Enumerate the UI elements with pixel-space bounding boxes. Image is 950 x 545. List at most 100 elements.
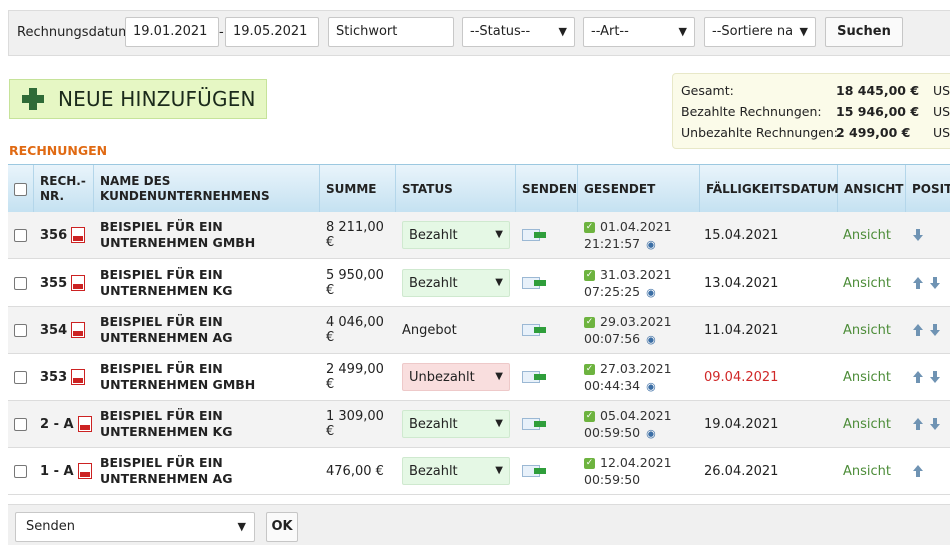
chevron-down-icon: ▼ [495, 465, 503, 476]
eye-icon: ◉ [646, 237, 656, 251]
select-all-checkbox[interactable] [14, 182, 27, 196]
send-mail-icon[interactable] [522, 417, 546, 431]
company-cell: BEISPIEL FÜR EIN UNTERNEHMEN GMBH [94, 354, 320, 400]
view-link[interactable]: Ansicht [843, 228, 891, 243]
pdf-icon[interactable] [71, 227, 86, 243]
type-filter-select[interactable]: --Art-- ▼ [583, 17, 695, 47]
company-name: BEISPIEL FÜR EIN UNTERNEHMEN GMBH [100, 219, 256, 250]
row-checkbox[interactable] [14, 370, 27, 384]
sent-cell: ✓ 31.03.2021 07:25:25 ◉ [578, 260, 700, 306]
view-link[interactable]: Ansicht [843, 370, 891, 385]
status-filter-select[interactable]: --Status-- ▼ [462, 17, 575, 47]
paid-label: Bezahlte Rechnungen: [681, 104, 822, 119]
sent-date: 27.03.2021 [600, 360, 672, 376]
send-cell [516, 212, 578, 258]
row-select-cell [8, 212, 34, 258]
invoice-sum: 4 046,00 € [326, 315, 384, 345]
sort-select[interactable]: --Sortiere na ▼ [704, 17, 816, 47]
total-value: 18 445,00 € [836, 83, 920, 98]
status-select[interactable]: Bezahlt ▼ [402, 410, 510, 438]
move-down-icon[interactable] [912, 229, 924, 241]
status-value: Bezahlt [409, 227, 458, 243]
totals-summary: Gesamt: 18 445,00 € US Bezahlte Rechnung… [672, 73, 950, 149]
view-cell: Ansicht [838, 401, 906, 447]
filter-bar: Rechnungsdatum: 19.01.2021 - 19.05.2021 … [8, 10, 950, 56]
company-cell: BEISPIEL FÜR EIN UNTERNEHMEN KG [94, 260, 320, 306]
header-company[interactable]: NAME DES KUNDENUNTERNEHMENS [94, 165, 320, 213]
date-from-input[interactable]: 19.01.2021 [125, 17, 219, 47]
send-mail-icon[interactable] [522, 464, 546, 478]
send-mail-icon[interactable] [522, 370, 546, 384]
invoice-sum: 476,00 € [326, 463, 384, 479]
due-cell: 11.04.2021 [700, 307, 838, 353]
position-arrows [912, 277, 941, 289]
sent-time: 07:25:25 [584, 283, 641, 299]
row-checkbox[interactable] [14, 323, 27, 337]
status-select[interactable]: Unbezahlt ▼ [402, 363, 510, 391]
chevron-down-icon: ▼ [799, 25, 808, 38]
header-status[interactable]: STATUS [396, 165, 516, 213]
ok-button[interactable]: OK [266, 512, 298, 542]
move-down-icon[interactable] [929, 418, 941, 430]
invoice-number: 356 [40, 227, 68, 243]
unpaid-value: 2 499,00 € [836, 125, 911, 140]
pdf-icon[interactable] [71, 369, 86, 385]
move-down-icon[interactable] [929, 324, 941, 336]
keyword-input[interactable]: Stichwort [328, 17, 454, 47]
header-sent[interactable]: GESENDET [578, 165, 700, 213]
move-up-icon[interactable] [912, 465, 924, 477]
row-checkbox[interactable] [14, 228, 27, 242]
sum-cell: 2 499,00 € [320, 354, 396, 400]
view-link[interactable]: Ansicht [843, 323, 891, 338]
sent-check-icon: ✓ [584, 316, 595, 328]
move-up-icon[interactable] [912, 418, 924, 430]
company-cell: BEISPIEL FÜR EIN UNTERNEHMEN AG [94, 448, 320, 494]
send-mail-icon[interactable] [522, 276, 546, 290]
row-checkbox[interactable] [14, 417, 27, 431]
row-checkbox[interactable] [14, 276, 27, 290]
move-up-icon[interactable] [912, 371, 924, 383]
header-sum[interactable]: SUMME [320, 165, 396, 213]
bulk-action-select[interactable]: Senden ▼ [15, 512, 255, 542]
send-mail-icon[interactable] [522, 228, 546, 242]
due-date: 19.04.2021 [704, 416, 779, 432]
company-name: BEISPIEL FÜR EIN UNTERNEHMEN AG [100, 455, 233, 486]
position-cell [906, 354, 950, 400]
move-up-icon[interactable] [912, 277, 924, 289]
send-cell [516, 448, 578, 494]
company-name: BEISPIEL FÜR EIN UNTERNEHMEN AG [100, 314, 233, 345]
header-due[interactable]: FÄLLIGKEITSDATUM [700, 165, 839, 213]
invoice-sum: 2 499,00 € [326, 362, 384, 392]
pdf-icon[interactable] [77, 463, 92, 479]
date-to-input[interactable]: 19.05.2021 [225, 17, 319, 47]
move-down-icon[interactable] [929, 371, 941, 383]
invoice-nr-cell: 354 [34, 307, 94, 353]
invoice-sum: 5 950,00 € [326, 268, 384, 298]
date-separator: - [219, 25, 224, 40]
unpaid-label: Unbezahlte Rechnungen: [681, 125, 839, 140]
sent-date: 31.03.2021 [600, 266, 672, 282]
status-select[interactable]: Bezahlt ▼ [402, 269, 510, 297]
status-select[interactable]: Bezahlt ▼ [402, 221, 510, 249]
add-new-button[interactable]: NEUE HINZUFÜGEN [9, 79, 267, 119]
status-filter-value: --Status-- [470, 24, 531, 39]
view-link[interactable]: Ansicht [843, 464, 891, 479]
sent-cell: ✓ 29.03.2021 00:07:56 ◉ [578, 307, 700, 353]
view-link[interactable]: Ansicht [843, 276, 891, 291]
header-select-all[interactable] [8, 165, 34, 213]
move-down-icon[interactable] [929, 277, 941, 289]
status-select[interactable]: Bezahlt ▼ [402, 457, 510, 485]
move-up-icon[interactable] [912, 324, 924, 336]
sent-time: 00:59:50 [584, 472, 641, 487]
pdf-icon[interactable] [77, 416, 92, 432]
view-link[interactable]: Ansicht [843, 417, 891, 432]
search-button[interactable]: Suchen [825, 17, 903, 47]
pdf-icon[interactable] [71, 275, 86, 291]
send-mail-icon[interactable] [522, 323, 546, 337]
status-value: Bezahlt [409, 275, 458, 291]
pdf-icon[interactable] [71, 322, 86, 338]
row-checkbox[interactable] [14, 464, 27, 478]
eye-icon: ◉ [646, 426, 656, 440]
type-filter-value: --Art-- [591, 24, 629, 39]
header-nr[interactable]: RECH.- NR. [34, 165, 94, 213]
